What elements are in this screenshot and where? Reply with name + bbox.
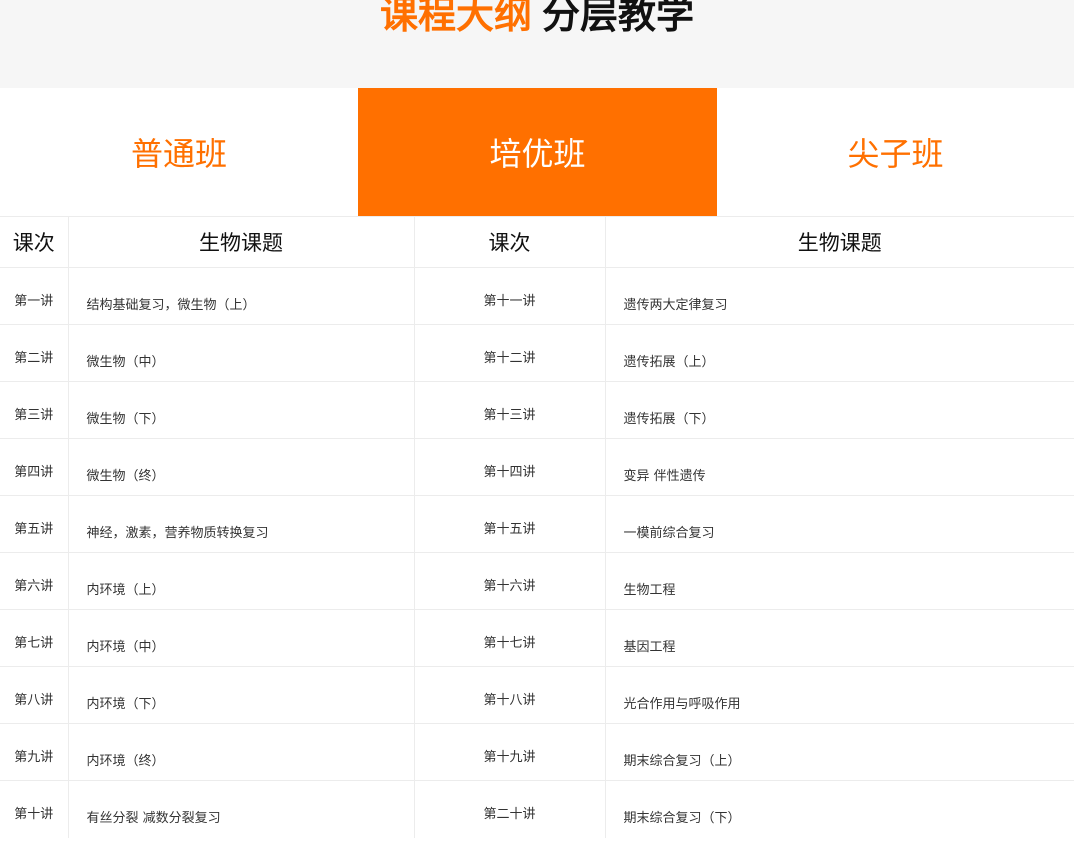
lesson-topic: 神经，激素，营养物质转换复习 <box>68 495 415 553</box>
lesson-topic: 遗传拓展（上） <box>605 324 1074 382</box>
lesson-topic: 遗传拓展（下） <box>605 381 1074 439</box>
lesson-number: 第一讲 <box>0 267 69 325</box>
lesson-number: 第十九讲 <box>414 723 606 781</box>
column-header-lesson: 课次 <box>414 216 606 268</box>
table-row: 第五讲 神经，激素，营养物质转换复习 第十五讲 一模前综合复习 <box>0 495 1074 553</box>
table-row: 第九讲 内环境（终） 第十九讲 期末综合复习（上） <box>0 723 1074 781</box>
lesson-number: 第十四讲 <box>414 438 606 496</box>
syllabus-table: 课次 生物课题 课次 生物课题 第一讲 结构基础复习，微生物（上） 第十一讲 遗传两大… <box>0 216 1074 838</box>
syllabus-body: 第一讲 结构基础复习，微生物（上） 第十一讲 遗传两大定律复习 第二讲 微生物（中） 第十二… <box>0 267 1074 838</box>
lesson-topic: 光合作用与呼吸作用 <box>605 666 1074 724</box>
table-header-row: 课次 生物课题 课次 生物课题 <box>0 216 1074 268</box>
lesson-number: 第五讲 <box>0 495 69 553</box>
page-title: 课程大纲 分层教学 <box>0 0 1074 42</box>
lesson-topic: 期末综合复习（下） <box>605 780 1074 838</box>
lesson-topic: 内环境（上） <box>68 552 415 610</box>
table-row: 第四讲 微生物（终） 第十四讲 变异 伴性遗传 <box>0 438 1074 496</box>
table-row: 第二讲 微生物（中） 第十二讲 遗传拓展（上） <box>0 324 1074 382</box>
title-accent: 课程大纲 <box>379 0 532 37</box>
lesson-number: 第十二讲 <box>414 324 606 382</box>
lesson-topic: 结构基础复习，微生物（上） <box>68 267 415 325</box>
table-row: 第三讲 微生物（下） 第十三讲 遗传拓展（下） <box>0 381 1074 439</box>
lesson-topic: 基因工程 <box>605 609 1074 667</box>
lesson-topic: 内环境（中） <box>68 609 415 667</box>
title-main: 分层教学 <box>542 0 695 37</box>
lesson-number: 第三讲 <box>0 381 69 439</box>
table-row: 第七讲 内环境（中） 第十七讲 基因工程 <box>0 609 1074 667</box>
table-row: 第一讲 结构基础复习，微生物（上） 第十一讲 遗传两大定律复习 <box>0 267 1074 325</box>
lesson-number: 第十六讲 <box>414 552 606 610</box>
lesson-topic: 生物工程 <box>605 552 1074 610</box>
lesson-number: 第十七讲 <box>414 609 606 667</box>
lesson-number: 第十讲 <box>0 780 69 838</box>
column-header-lesson: 课次 <box>0 216 69 268</box>
tab-regular-class[interactable]: 普通班 <box>0 88 358 216</box>
column-header-topic: 生物课题 <box>68 216 415 268</box>
column-header-topic: 生物课题 <box>605 216 1074 268</box>
lesson-topic: 微生物（中） <box>68 324 415 382</box>
lesson-topic: 遗传两大定律复习 <box>605 267 1074 325</box>
lesson-number: 第十三讲 <box>414 381 606 439</box>
lesson-number: 第七讲 <box>0 609 69 667</box>
page-header: 课程大纲 分层教学 <box>0 0 1074 88</box>
lesson-topic: 内环境（下） <box>68 666 415 724</box>
tab-advanced-class[interactable]: 培优班 <box>358 88 717 216</box>
class-level-tabs: 普通班 培优班 尖子班 <box>0 88 1074 216</box>
lesson-topic: 期末综合复习（上） <box>605 723 1074 781</box>
lesson-number: 第九讲 <box>0 723 69 781</box>
table-row: 第八讲 内环境（下） 第十八讲 光合作用与呼吸作用 <box>0 666 1074 724</box>
table-row: 第十讲 有丝分裂 减数分裂复习 第二十讲 期末综合复习（下） <box>0 780 1074 838</box>
lesson-topic: 有丝分裂 减数分裂复习 <box>68 780 415 838</box>
lesson-number: 第二讲 <box>0 324 69 382</box>
table-row: 第六讲 内环境（上） 第十六讲 生物工程 <box>0 552 1074 610</box>
lesson-number: 第十一讲 <box>414 267 606 325</box>
lesson-topic: 变异 伴性遗传 <box>605 438 1074 496</box>
lesson-topic: 一模前综合复习 <box>605 495 1074 553</box>
lesson-topic: 微生物（下） <box>68 381 415 439</box>
lesson-number: 第六讲 <box>0 552 69 610</box>
lesson-number: 第八讲 <box>0 666 69 724</box>
lesson-topic: 内环境（终） <box>68 723 415 781</box>
lesson-number: 第十八讲 <box>414 666 606 724</box>
tab-top-class[interactable]: 尖子班 <box>717 88 1074 216</box>
lesson-topic: 微生物（终） <box>68 438 415 496</box>
lesson-number: 第二十讲 <box>414 780 606 838</box>
lesson-number: 第十五讲 <box>414 495 606 553</box>
lesson-number: 第四讲 <box>0 438 69 496</box>
